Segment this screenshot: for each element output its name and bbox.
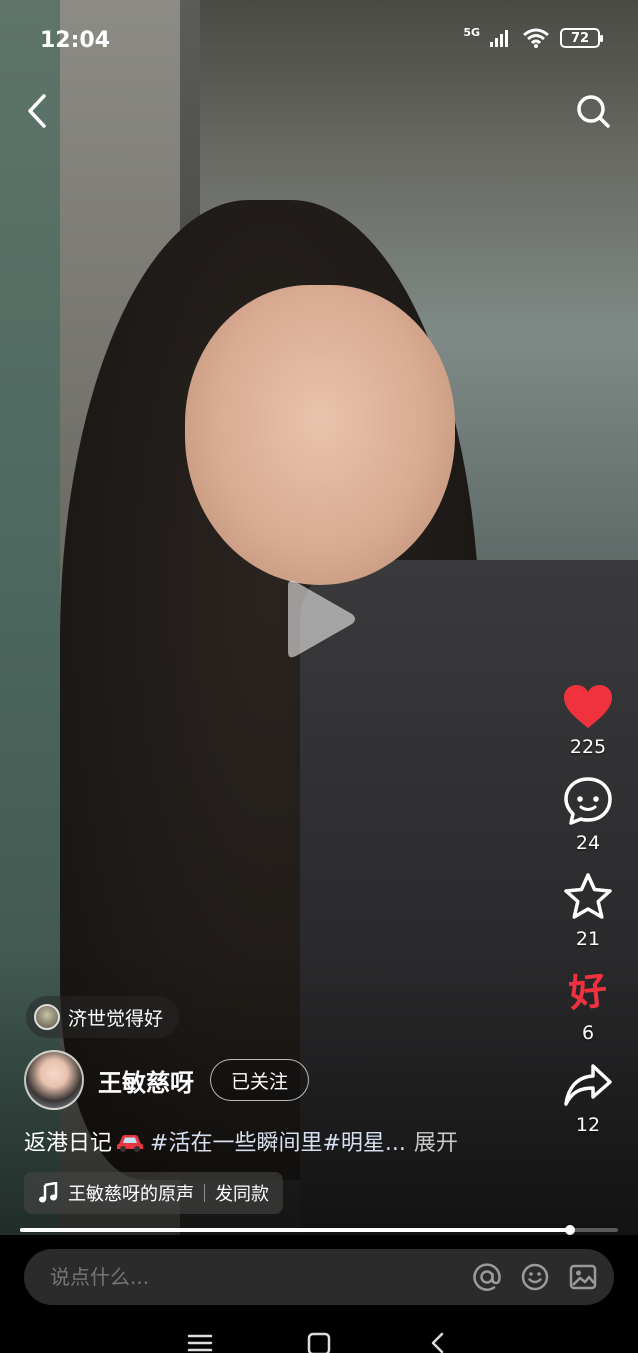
home-icon[interactable] <box>306 1332 332 1353</box>
back-arrow-icon <box>28 94 46 128</box>
like-action[interactable]: 225 <box>563 684 613 758</box>
star-icon[interactable] <box>562 872 614 922</box>
author-avatar[interactable] <box>24 1050 84 1110</box>
menu-icon[interactable] <box>187 1332 213 1353</box>
music-divider <box>204 1184 205 1202</box>
status-icons: 5G 72 <box>463 25 603 48</box>
use-sound-button[interactable]: 发同款 <box>215 1180 269 1206</box>
action-column: 225 24 21 好 6 12 <box>552 684 624 1154</box>
comment-count: 24 <box>575 832 601 854</box>
heart-icon[interactable] <box>563 684 613 730</box>
comment-action[interactable]: 24 <box>563 776 613 854</box>
nav-back-icon[interactable] <box>425 1332 451 1353</box>
like-count: 225 <box>569 736 607 758</box>
progress-fill <box>20 1228 571 1232</box>
person-face <box>185 285 455 585</box>
signal-icon <box>490 30 508 47</box>
status-bar: 12:04 5G 72 <box>0 0 638 80</box>
friend-tag-text: 济世觉得好 <box>68 1007 164 1030</box>
back-button[interactable] <box>14 88 60 134</box>
comment-bar <box>24 1249 614 1305</box>
favorite-count: 21 <box>575 928 601 950</box>
wifi-icon <box>523 28 549 48</box>
emoji-icon[interactable] <box>520 1262 550 1292</box>
status-time: 12:04 <box>40 28 111 53</box>
share-action[interactable]: 12 <box>563 1062 613 1136</box>
network-label: 5G <box>463 25 480 39</box>
caption-text: 返港日记 <box>24 1131 113 1156</box>
play-icon[interactable] <box>280 576 360 662</box>
good-action[interactable]: 好 6 <box>567 966 610 1044</box>
comment-icon[interactable] <box>563 776 613 826</box>
friend-recommend-tag[interactable]: 济世觉得好 <box>26 996 180 1038</box>
car-emoji-icon <box>117 1135 144 1152</box>
music-pill[interactable]: 王敏慈呀的原声 发同款 <box>24 1172 283 1214</box>
mention-icon[interactable] <box>472 1262 502 1292</box>
author-row: 王敏慈呀 已关注 <box>24 1050 310 1110</box>
battery-level: 72 <box>570 30 590 46</box>
caption[interactable]: 返港日记 #活在一些瞬间里#明星... 展开 <box>24 1125 458 1157</box>
video-progress-bar[interactable] <box>20 1225 618 1235</box>
share-count: 12 <box>575 1114 601 1136</box>
comment-tools <box>472 1262 598 1292</box>
good-count: 6 <box>581 1022 595 1044</box>
comment-input[interactable] <box>50 1265 472 1289</box>
caption-hashtags[interactable]: #活在一些瞬间里#明星... <box>150 1125 406 1157</box>
good-icon[interactable]: 好 <box>567 966 610 1018</box>
music-title: 王敏慈呀的原声 <box>68 1184 194 1205</box>
battery-icon: 72 <box>560 28 603 48</box>
share-icon[interactable] <box>563 1062 613 1108</box>
favorite-action[interactable]: 21 <box>562 872 614 950</box>
author-name[interactable]: 王敏慈呀 <box>98 1063 194 1098</box>
system-nav-bar <box>0 1318 638 1353</box>
follow-button[interactable]: 已关注 <box>210 1059 310 1101</box>
search-icon <box>577 95 610 128</box>
search-button[interactable] <box>570 88 616 134</box>
image-icon[interactable] <box>568 1262 598 1292</box>
friend-avatar <box>34 1004 60 1030</box>
expand-link[interactable]: 展开 <box>414 1125 458 1157</box>
music-note-icon <box>39 1182 58 1203</box>
